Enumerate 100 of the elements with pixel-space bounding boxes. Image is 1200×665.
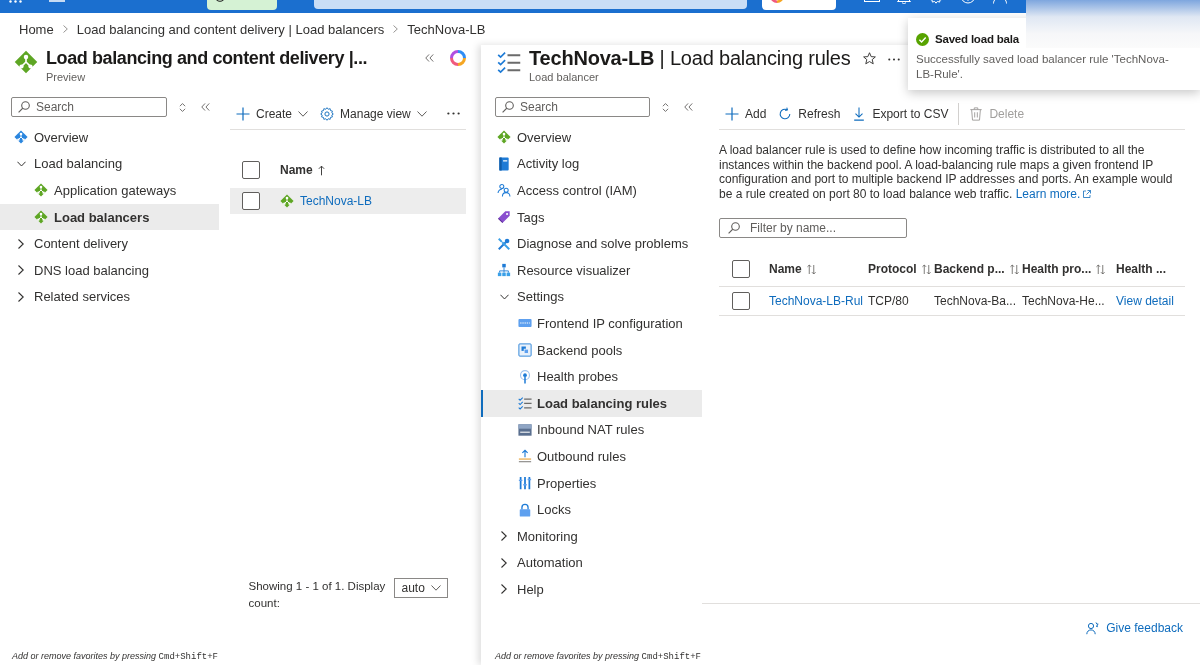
column-header[interactable]: Name <box>769 262 816 276</box>
plus-icon <box>725 106 739 121</box>
breadcrumb-link[interactable]: Home <box>19 21 54 37</box>
chevron-right-icon[interactable] <box>501 557 507 568</box>
plus-icon <box>236 106 250 121</box>
chevron-right-icon[interactable] <box>501 584 507 595</box>
nav-item[interactable]: Overview <box>481 124 702 151</box>
network-diamond-icon <box>34 210 48 225</box>
table-link[interactable]: TechNova-LB-Rul <box>769 294 868 308</box>
table-cell-text: TechNova-Ba... <box>934 294 1018 308</box>
toolbar-button[interactable]: Create <box>230 100 315 127</box>
table-link[interactable]: View detail <box>1116 294 1184 308</box>
chevron-right-icon[interactable] <box>18 291 24 302</box>
toast-message: Successfully saved load balancer rule 'TechNova-LB-Rule'. <box>916 52 1170 82</box>
table-cell-text: TCP/80 <box>868 294 910 308</box>
nav-item[interactable]: Properties <box>481 469 702 497</box>
network-diamond-icon <box>497 130 511 145</box>
table-row[interactable]: TechNova-LB <box>230 188 466 214</box>
chevron-right-icon[interactable] <box>18 238 24 249</box>
upload-lines-icon <box>518 449 532 464</box>
collapse-icon[interactable] <box>684 103 693 111</box>
chevron-down-icon <box>416 110 427 117</box>
search-icon <box>728 222 740 234</box>
nav-item[interactable]: Access control (IAM) <box>481 177 702 204</box>
nav-item[interactable]: Related services <box>0 283 219 311</box>
nav-item[interactable]: Locks <box>481 496 702 523</box>
toolbar-button[interactable]: Refresh <box>772 100 847 127</box>
checkbox[interactable] <box>732 292 750 310</box>
collapse-icon[interactable] <box>425 54 434 62</box>
checkbox[interactable] <box>242 192 260 210</box>
sliders-icon <box>518 476 532 490</box>
nav-item[interactable]: Help <box>481 576 702 603</box>
trash-icon <box>969 106 984 121</box>
feedback-link[interactable]: Give feedback <box>1086 621 1183 635</box>
nav-item[interactable]: Application gateways <box>0 177 219 204</box>
star-icon[interactable] <box>862 52 876 65</box>
chevron-down-icon[interactable] <box>500 293 509 300</box>
filter-field[interactable]: Filter by name... <box>719 218 907 238</box>
chevron-down-icon[interactable] <box>17 160 26 167</box>
resource-link[interactable]: TechNova-LB <box>300 194 373 208</box>
nav-item[interactable]: Automation <box>481 549 702 577</box>
blade-title: Load balancing and content delivery |... <box>46 47 369 70</box>
users-icon <box>497 183 511 198</box>
nav-item[interactable]: Settings <box>481 283 702 311</box>
nav-item[interactable]: Resource visualizer <box>481 256 702 284</box>
nav-item[interactable]: Frontend IP configuration <box>481 310 702 337</box>
column-header[interactable]: Name <box>280 163 325 177</box>
nav-item[interactable]: Monitoring <box>481 522 702 550</box>
column-header[interactable]: Protocol <box>868 262 931 276</box>
up-down-icon[interactable] <box>662 101 669 113</box>
up-down-icon[interactable] <box>179 101 186 113</box>
nav-item[interactable]: Diagnose and solve problems <box>481 230 702 257</box>
checklist-icon <box>518 396 532 411</box>
colorful-ring-icon[interactable] <box>450 50 466 66</box>
chevron-down-icon <box>298 110 309 117</box>
search-icon <box>502 101 514 113</box>
chevron-down-icon <box>430 585 441 591</box>
notebook-icon <box>497 156 511 171</box>
nav-item[interactable]: DNS load balancing <box>0 256 219 284</box>
toast-title: Saved load bala <box>935 33 1019 45</box>
nav-item[interactable]: Content delivery <box>0 230 219 257</box>
checkbox[interactable] <box>732 260 750 278</box>
more-icon[interactable] <box>446 112 460 115</box>
learn-more-link[interactable]: Learn more. <box>1015 186 1092 201</box>
search-field[interactable]: Search <box>495 97 650 117</box>
toolbar-button[interactable]: Export to CSV <box>846 100 955 127</box>
breadcrumb-link[interactable]: TechNova-LB <box>407 21 486 37</box>
column-header[interactable]: Health pro... <box>1022 262 1106 276</box>
hierarchy-icon <box>497 263 511 278</box>
nav-item[interactable]: Load balancing rules <box>481 389 702 417</box>
more-icon[interactable] <box>887 58 900 61</box>
search-icon <box>18 101 30 113</box>
nav-item[interactable]: Backend pools <box>481 336 702 364</box>
collapse-icon[interactable] <box>201 103 210 111</box>
nav-item[interactable]: Load balancers <box>0 203 219 231</box>
toolbar-button[interactable]: Manage view <box>314 100 433 127</box>
chevron-right-icon[interactable] <box>501 531 507 542</box>
network-diamond-icon <box>280 194 294 208</box>
network-diamond-icon <box>34 183 48 198</box>
nav-item[interactable]: Overview <box>0 124 219 151</box>
page-size-select[interactable]: auto <box>393 578 448 598</box>
network-diamond-icon <box>14 50 38 74</box>
nav-item[interactable]: Inbound NAT rules <box>481 416 702 444</box>
checklist-icon <box>497 50 521 74</box>
nav-item[interactable]: Activity log <box>481 150 702 178</box>
toolbar-button[interactable]: Add <box>719 100 773 127</box>
column-header[interactable]: Backend p... <box>934 262 1019 276</box>
external-link-icon <box>1083 189 1092 198</box>
search-field[interactable]: Search <box>11 97 167 117</box>
breadcrumb-link[interactable]: Load balancing and content delivery | Load balancers <box>76 21 385 37</box>
chevron-right-icon <box>62 25 68 33</box>
settings-icon <box>320 106 335 121</box>
column-header[interactable]: Health ... <box>1116 262 1166 276</box>
nav-item[interactable]: Outbound rules <box>481 443 702 470</box>
nav-item[interactable]: Load balancing <box>0 150 219 178</box>
nav-item[interactable]: Health probes <box>481 363 702 390</box>
checkbox[interactable] <box>242 161 260 179</box>
chevron-right-icon[interactable] <box>18 265 24 276</box>
nav-item[interactable]: Tags <box>481 203 702 231</box>
blade-title: TechNova-LB | Load balancing rules <box>529 46 851 71</box>
